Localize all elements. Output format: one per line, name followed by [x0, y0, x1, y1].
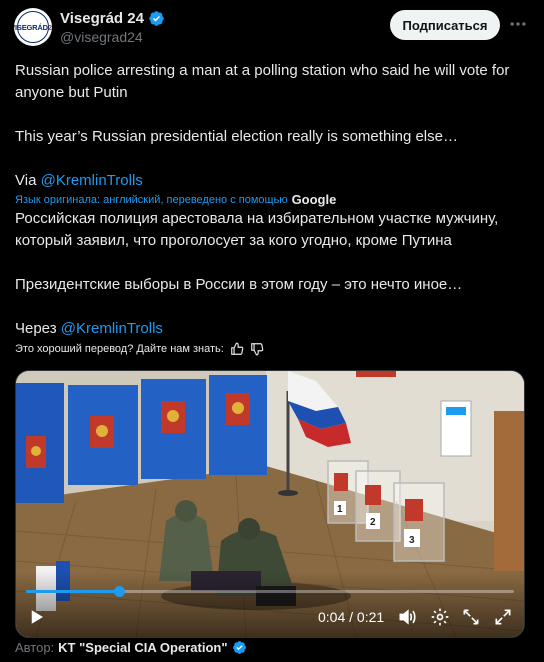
settings-gear-icon[interactable]: [430, 607, 450, 627]
fullscreen-icon[interactable]: [493, 607, 513, 627]
play-icon[interactable]: [28, 607, 46, 627]
ballot-box-1-number: 1: [337, 504, 343, 515]
video-time-separator: /: [349, 609, 354, 625]
author-name-row[interactable]: Visegrád 24: [60, 10, 165, 27]
author-verified-badge-icon: [232, 641, 246, 654]
avatar[interactable]: VISEGRÁD24: [14, 8, 52, 46]
translation-info[interactable]: Язык оригинала: английский, переведено с…: [15, 192, 336, 207]
volume-icon[interactable]: [397, 607, 417, 627]
via-label: Via: [15, 172, 37, 189]
video-author-name[interactable]: KT "Special CIA Operation": [58, 640, 227, 655]
post-text-russian: Российская полиция арестовала на избират…: [15, 208, 530, 340]
post-via-line: Via @KremlinTrolls: [15, 170, 530, 192]
post-text-ru-line2: Президентские выборы в России в этом год…: [15, 276, 463, 293]
video-duration: 0:21: [356, 609, 385, 625]
post-text-en-line2: This year’s Russian presidential electio…: [15, 128, 458, 145]
display-name[interactable]: Visegrád 24: [60, 10, 144, 27]
translation-label: Язык оригинала: английский, переведено с…: [15, 193, 288, 206]
post-text-english: Russian police arresting a man at a poll…: [15, 60, 530, 192]
rate-translation-row: Это хороший перевод? Дайте нам знать:: [15, 342, 264, 356]
more-options-icon[interactable]: [508, 14, 528, 34]
video-current-time: 0:04: [318, 609, 346, 625]
post-text-ru-line1: Российская полиция арестовала на избират…: [15, 210, 499, 249]
video-player[interactable]: 1 2 3 0:04 / 0:21: [15, 370, 525, 638]
video-progress-bar[interactable]: [26, 586, 514, 597]
video-controls: 0:04 / 0:21: [16, 597, 524, 637]
video-author-row[interactable]: Автор: KT "Special CIA Operation": [15, 640, 247, 655]
post-text-en-line1: Russian police arresting a man at a poll…: [15, 62, 510, 101]
mention-link[interactable]: @KremlinTrolls: [41, 172, 143, 189]
ballot-box-2-number: 2: [370, 517, 376, 528]
rate-translation-label: Это хороший перевод? Дайте нам знать:: [15, 343, 224, 355]
handle[interactable]: @visegrad24: [60, 29, 143, 45]
video-author-label: Автор:: [15, 640, 55, 655]
verified-badge-icon: [149, 11, 164, 26]
mention-link-ru[interactable]: @KremlinTrolls: [61, 320, 163, 337]
thumbs-up-icon[interactable]: [230, 342, 244, 356]
video-time: 0:04 / 0:21: [318, 609, 384, 625]
video-progress-fill: [26, 590, 119, 593]
subscribe-button[interactable]: Подписаться: [390, 10, 500, 40]
thumbs-down-icon[interactable]: [250, 342, 264, 356]
ballot-box-3-number: 3: [409, 535, 415, 546]
via-ru-label: Через: [15, 320, 57, 337]
picture-in-picture-icon[interactable]: [461, 607, 481, 627]
avatar-ring: [17, 11, 49, 43]
google-logo: Google: [291, 192, 337, 207]
video-progress-knob[interactable]: [113, 586, 125, 597]
post-via-ru-line: Через @KremlinTrolls: [15, 318, 530, 340]
